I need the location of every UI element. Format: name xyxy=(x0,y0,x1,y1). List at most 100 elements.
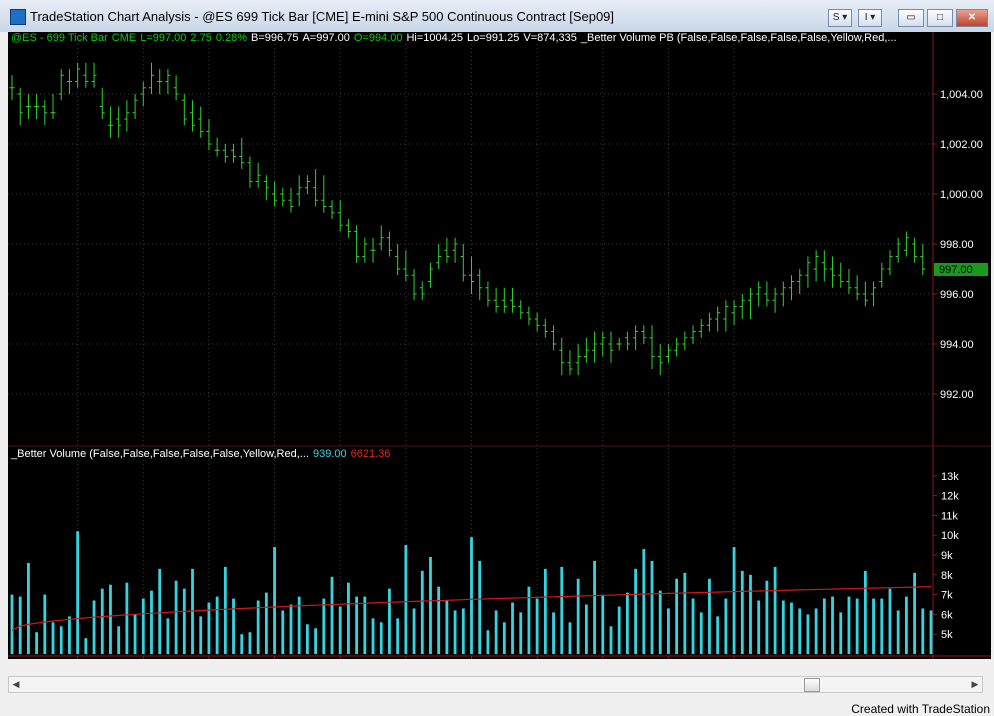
volume-bar xyxy=(445,600,449,654)
volume-bar xyxy=(199,616,203,654)
price-legend: @ES - 699 Tick Bar CME L=997.00 2.75 0.28% B=… xyxy=(11,32,901,44)
volume-bar xyxy=(330,576,334,654)
volume-axis-label: 5k xyxy=(941,629,953,641)
volume-bar xyxy=(51,622,55,654)
volume-bar xyxy=(781,600,785,654)
price-legend-item: L=997.00 xyxy=(140,32,187,44)
volume-bar xyxy=(396,618,400,654)
volume-bar xyxy=(749,574,752,654)
volume-bar xyxy=(634,568,638,654)
volume-bar xyxy=(904,596,908,654)
volume-bar xyxy=(215,596,219,654)
volume-bar xyxy=(453,610,457,654)
volume-bar xyxy=(855,598,859,654)
volume-bar xyxy=(322,598,326,654)
volume-bar xyxy=(27,562,30,654)
volume-bar xyxy=(724,598,728,654)
price-legend-item: _Better Volume PB (False,False,False,Fal… xyxy=(580,32,897,44)
volume-bar xyxy=(765,580,769,654)
close-button[interactable]: ✕ xyxy=(956,9,988,27)
volume-bar xyxy=(314,628,317,654)
volume-legend: _Better Volume (False,False,False,False,… xyxy=(11,448,394,460)
volume-bar xyxy=(264,592,268,654)
volume-bar xyxy=(412,608,416,654)
volume-bar xyxy=(708,578,711,654)
volume-bar xyxy=(182,588,186,654)
volume-bar xyxy=(921,608,925,654)
volume-bar xyxy=(76,531,80,654)
chart-area[interactable]: 9:379:439:499:5510:0310:1110:1610:2610:3… xyxy=(8,32,991,675)
volume-legend-item: 939.00 xyxy=(312,448,347,460)
title-bar: TradeStation Chart Analysis - @ES 699 Ti… xyxy=(0,0,994,32)
volume-bar xyxy=(429,556,432,654)
volume-bar xyxy=(125,582,129,654)
price-legend-item: CME xyxy=(111,32,137,44)
volume-axis-label: 9k xyxy=(941,550,953,562)
volume-bar xyxy=(683,572,687,654)
volume-bar xyxy=(420,570,424,654)
price-legend-item: A=997.00 xyxy=(302,32,350,44)
volume-bar xyxy=(10,594,14,654)
volume-bar xyxy=(158,568,162,654)
volume-bar xyxy=(133,614,137,654)
volume-axis-label: 11k xyxy=(941,510,958,522)
maximize-button[interactable]: □ xyxy=(927,9,953,27)
volume-bar xyxy=(552,612,555,654)
volume-axis-label: 7k xyxy=(941,590,953,602)
volume-bar xyxy=(667,608,670,654)
volume-bar xyxy=(117,626,121,654)
volume-bar xyxy=(281,610,285,654)
tradestation-app-icon xyxy=(10,9,26,25)
price-legend-item: @ES - 699 Tick Bar xyxy=(11,32,108,44)
last-price-label: 997.00 xyxy=(939,264,973,276)
volume-bar xyxy=(150,590,153,654)
volume-axis-label: 13k xyxy=(941,471,959,483)
price-legend-item: B=996.75 xyxy=(251,32,299,44)
volume-bar xyxy=(675,578,679,654)
volume-bar xyxy=(379,622,383,654)
volume-bar xyxy=(371,618,375,654)
price-axis-label: 992.00 xyxy=(940,389,974,401)
scrollbar-thumb[interactable] xyxy=(804,678,820,692)
scroll-right-arrow-icon[interactable]: ▶ xyxy=(968,677,982,692)
style-menu-button[interactable]: S ▾ xyxy=(828,9,852,27)
volume-bar xyxy=(839,612,843,654)
volume-bar xyxy=(502,622,506,654)
volume-axis-label: 8k xyxy=(941,570,953,582)
scroll-left-arrow-icon[interactable]: ◀ xyxy=(9,677,23,692)
volume-bar xyxy=(486,630,490,654)
volume-bar xyxy=(806,614,810,654)
volume-bar xyxy=(913,572,916,654)
chart-canvas[interactable]: 9:379:439:499:5510:0310:1110:1610:2610:3… xyxy=(8,32,991,675)
minimize-button[interactable]: ▭ xyxy=(898,9,924,27)
status-text: Created with TradeStation xyxy=(851,702,990,716)
volume-bar xyxy=(831,596,834,654)
volume-bar xyxy=(347,582,350,654)
volume-bar xyxy=(166,618,170,654)
volume-legend-item: _Better Volume (False,False,False,False,… xyxy=(11,448,309,460)
volume-bar xyxy=(732,547,736,654)
volume-bar xyxy=(560,566,564,654)
window-title: TradeStation Chart Analysis - @ES 699 Ti… xyxy=(30,9,615,24)
volume-bar xyxy=(790,602,793,654)
volume-bar xyxy=(92,600,96,654)
volume-bar xyxy=(59,626,63,654)
volume-bar xyxy=(527,586,531,654)
volume-bar xyxy=(863,570,867,654)
insert-menu-button[interactable]: I ▾ xyxy=(858,9,882,27)
volume-bar xyxy=(798,608,802,654)
volume-legend-item: 6621.36 xyxy=(350,448,391,460)
volume-bar xyxy=(601,594,605,654)
volume-bar xyxy=(494,610,498,654)
price-axis-label: 998.00 xyxy=(940,239,974,251)
volume-bar xyxy=(888,588,892,654)
price-legend-item: 2.75 xyxy=(190,32,212,44)
price-legend-item: Lo=991.25 xyxy=(467,32,520,44)
horizontal-scrollbar[interactable]: ◀ ▶ xyxy=(8,676,983,693)
volume-bar xyxy=(68,616,71,654)
volume-bar xyxy=(609,626,613,654)
volume-bar xyxy=(363,596,367,654)
volume-bar xyxy=(100,588,104,654)
volume-bar xyxy=(461,608,465,654)
volume-bar xyxy=(880,598,884,654)
